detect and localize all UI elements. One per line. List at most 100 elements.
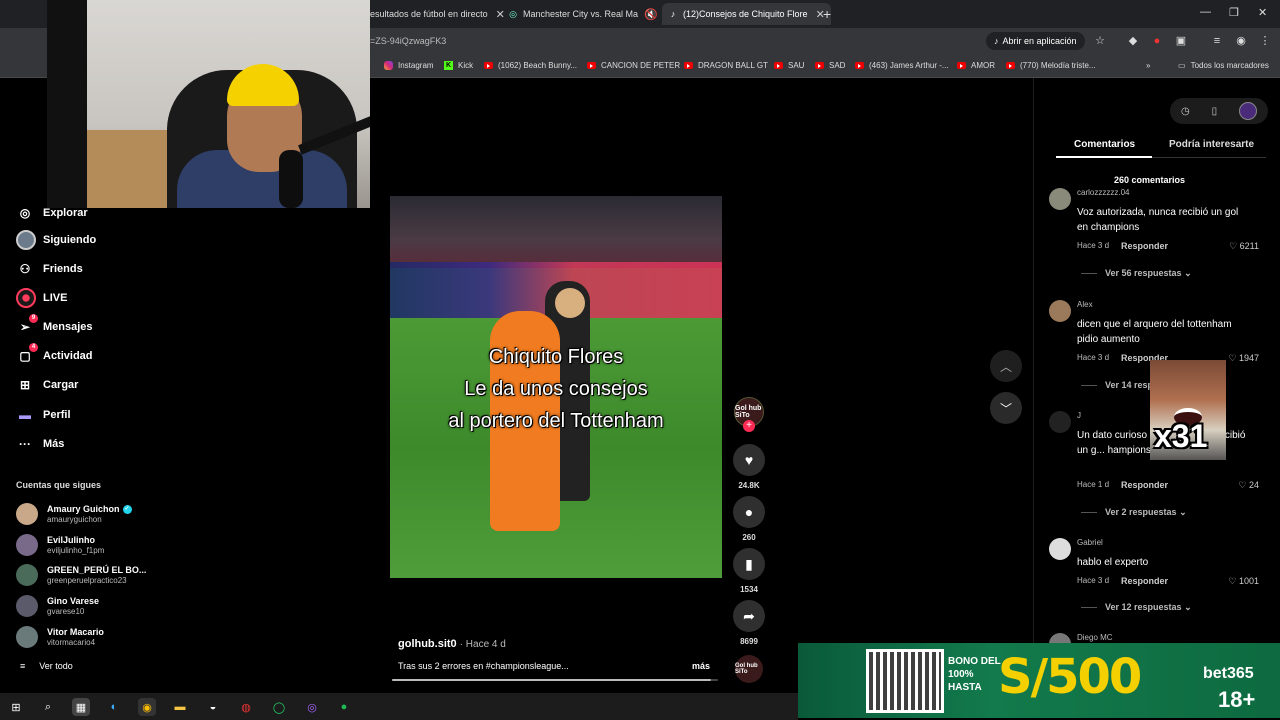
bookmark-item[interactable]: SAD xyxy=(815,61,845,70)
qr-code xyxy=(866,649,944,713)
bookmark-item[interactable]: Instagram xyxy=(384,61,434,70)
sidebar-item-label: Más xyxy=(43,438,65,450)
sidebar-item-label: Explorar xyxy=(43,207,88,219)
bookmarks-overflow-icon[interactable]: » xyxy=(1146,61,1150,70)
view-replies-button[interactable]: Ver 56 respuestas ⌄ xyxy=(1081,268,1192,279)
whatsapp-icon[interactable]: ◯ xyxy=(270,698,288,716)
new-tab-icon[interactable]: + xyxy=(823,6,831,22)
comment-user[interactable]: Diego MC xyxy=(1077,633,1113,642)
sidebar-item-actividad[interactable]: ▢ 4 Actividad xyxy=(16,343,93,365)
comment-like-button[interactable]: ♡ 6211 xyxy=(1209,241,1259,252)
reply-button[interactable]: Responder xyxy=(1121,480,1168,490)
search-icon[interactable]: ⌕ xyxy=(39,698,57,716)
ad-line: BONO DEL xyxy=(948,656,1001,667)
follow-plus-icon[interactable]: + xyxy=(743,420,755,432)
open-in-app-button[interactable]: ♪ Abrir en aplicación xyxy=(986,32,1085,50)
tab-podria-interesarte[interactable]: Podría interesarte xyxy=(1169,139,1254,150)
bookmark-item[interactable]: SAU xyxy=(774,61,804,70)
mute-icon[interactable]: 🔇 xyxy=(644,8,658,21)
restore-icon[interactable]: ❐ xyxy=(1229,6,1239,19)
app-icon[interactable]: ◒ xyxy=(204,698,222,716)
reply-button[interactable]: Responder xyxy=(1121,576,1168,586)
following-account[interactable]: EvilJulinho eviljulinho_f1pm xyxy=(16,534,104,556)
more-link[interactable]: más xyxy=(692,661,710,671)
video-progress-bar[interactable] xyxy=(392,679,718,681)
bookmark-item[interactable]: DRAGON BALL GT xyxy=(684,61,768,70)
edge-icon[interactable]: ◐ xyxy=(105,698,123,716)
star-icon[interactable]: ☆ xyxy=(1093,34,1107,48)
ad-banner[interactable]: BONO DEL 100% HASTA S/500 bet365 18+ xyxy=(798,643,1280,718)
bookmark-item[interactable]: K Kick xyxy=(444,61,473,70)
bookmark-item[interactable]: AMOR xyxy=(957,61,995,70)
following-account[interactable]: GREEN_PERÚ EL BO... greenperuelpractico2… xyxy=(16,564,146,586)
sidebar-item-cargar[interactable]: ⊞ Cargar xyxy=(16,376,79,394)
bookmark-item[interactable]: (1062) Beach Bunny... xyxy=(484,61,577,70)
folder-icon[interactable]: ▬ xyxy=(171,698,189,716)
avatar[interactable] xyxy=(1049,188,1071,210)
following-account[interactable]: Gino Varese gvarese10 xyxy=(16,595,99,617)
clock-icon[interactable]: ◷ xyxy=(1181,106,1190,117)
menu-icon[interactable]: ⋮ xyxy=(1258,34,1272,48)
comment-user[interactable]: Gabriel xyxy=(1077,538,1103,547)
video-player[interactable]: Chiquito Flores Le da unos consejos al p… xyxy=(390,196,722,578)
browser-tab[interactable]: esultados de fútbol en directo ✕ xyxy=(370,3,505,25)
app-purple-icon[interactable]: ◎ xyxy=(303,698,321,716)
see-all-link[interactable]: ≡ Ver todo xyxy=(20,661,73,671)
close-icon[interactable]: ✕ xyxy=(496,8,505,21)
comment-button[interactable]: ● 260 xyxy=(733,496,765,542)
sidebar-item-siguiendo[interactable]: Siguiendo xyxy=(16,230,96,250)
extension-icon[interactable]: ◆ xyxy=(1126,34,1140,48)
tab-comentarios[interactable]: Comentarios xyxy=(1074,139,1135,150)
media-icon[interactable]: ≡ xyxy=(1210,34,1224,48)
windows-start-icon[interactable]: ⊞ xyxy=(7,698,25,716)
minimize-icon[interactable]: — xyxy=(1200,6,1211,18)
profile-icon[interactable]: ◉ xyxy=(1234,34,1248,48)
spotify-icon[interactable]: ● xyxy=(335,698,353,716)
extension-red-icon[interactable]: ● xyxy=(1150,34,1164,48)
previous-video-button[interactable]: ︿ xyxy=(990,350,1022,382)
reply-button[interactable]: Responder xyxy=(1121,241,1168,251)
bookmark-item[interactable]: (770) Melodía triste... xyxy=(1006,61,1096,70)
avatar[interactable] xyxy=(1049,300,1071,322)
puzzle-icon[interactable]: ▣ xyxy=(1174,34,1188,48)
app-red-icon[interactable]: ◍ xyxy=(237,698,255,716)
next-video-button[interactable]: ﹀ xyxy=(990,392,1022,424)
bookmark-item[interactable]: (463) James Arthur -... xyxy=(855,61,949,70)
url-text[interactable]: =ZS-94iQzwagFK3 xyxy=(370,36,446,46)
avatar[interactable] xyxy=(1049,411,1071,433)
chrome-icon[interactable]: ◉ xyxy=(138,698,156,716)
bookmark-label: CANCION DE PETER xyxy=(601,61,681,70)
sidebar-item-mas[interactable]: ··· Más xyxy=(16,435,64,453)
browser-tab-active[interactable]: ♪ (12)Consejos de Chiquito Flore ✕ xyxy=(662,3,831,25)
phone-icon[interactable]: ▯ xyxy=(1212,106,1218,117)
video-author[interactable]: golhub.sit0 · Hace 4 d xyxy=(398,638,506,650)
like-button[interactable]: ♥ 24.8K xyxy=(733,444,765,490)
all-bookmarks[interactable]: ▭ Todos los marcadores xyxy=(1178,61,1269,70)
close-window-icon[interactable]: ✕ xyxy=(1258,6,1267,19)
sidebar-item-live[interactable]: LIVE xyxy=(16,288,67,308)
sidebar-item-mensajes[interactable]: ➢ 9 Mensajes xyxy=(16,314,93,336)
browser-tab[interactable]: ◎ Manchester City vs. Real Ma 🔇 ✕ xyxy=(508,3,675,25)
comment-user[interactable]: Alex xyxy=(1077,300,1093,309)
store-icon[interactable]: ▦ xyxy=(72,698,90,716)
view-replies-button[interactable]: Ver 2 respuestas ⌄ xyxy=(1081,507,1187,518)
comment-like-button[interactable]: ♡ 1001 xyxy=(1209,576,1259,587)
comment-user[interactable]: J xyxy=(1077,411,1081,420)
sidebar-item-perfil[interactable]: ▬ Perfil xyxy=(16,406,71,424)
comment-like-button[interactable]: ♡ 24 xyxy=(1209,480,1259,491)
following-account[interactable]: Vitor Macario vitormacario4 xyxy=(16,626,104,648)
share-button[interactable]: ➦ 8699 xyxy=(733,600,765,646)
sidebar-item-friends[interactable]: ⚇ Friends xyxy=(16,260,83,278)
tab-title: (12)Consejos de Chiquito Flore xyxy=(683,9,808,19)
view-replies-button[interactable]: Ver 12 respuestas ⌄ xyxy=(1081,602,1192,613)
save-button[interactable]: ▮ 1534 xyxy=(733,548,765,594)
creator-avatar[interactable]: Gol hub SiTo xyxy=(735,655,763,683)
avatar[interactable] xyxy=(1049,538,1071,560)
following-account[interactable]: Amaury Guichon ✓ amauryguichon xyxy=(16,503,132,525)
view-replies-button[interactable]: Ver 14 resp xyxy=(1081,380,1153,390)
avatar xyxy=(16,564,38,586)
comment-user[interactable]: carlozzzzzz.04 xyxy=(1077,188,1129,197)
author-name[interactable]: golhub.sit0 xyxy=(398,638,457,650)
bookmark-item[interactable]: CANCION DE PETER xyxy=(587,61,680,70)
avatar[interactable] xyxy=(1239,102,1258,120)
